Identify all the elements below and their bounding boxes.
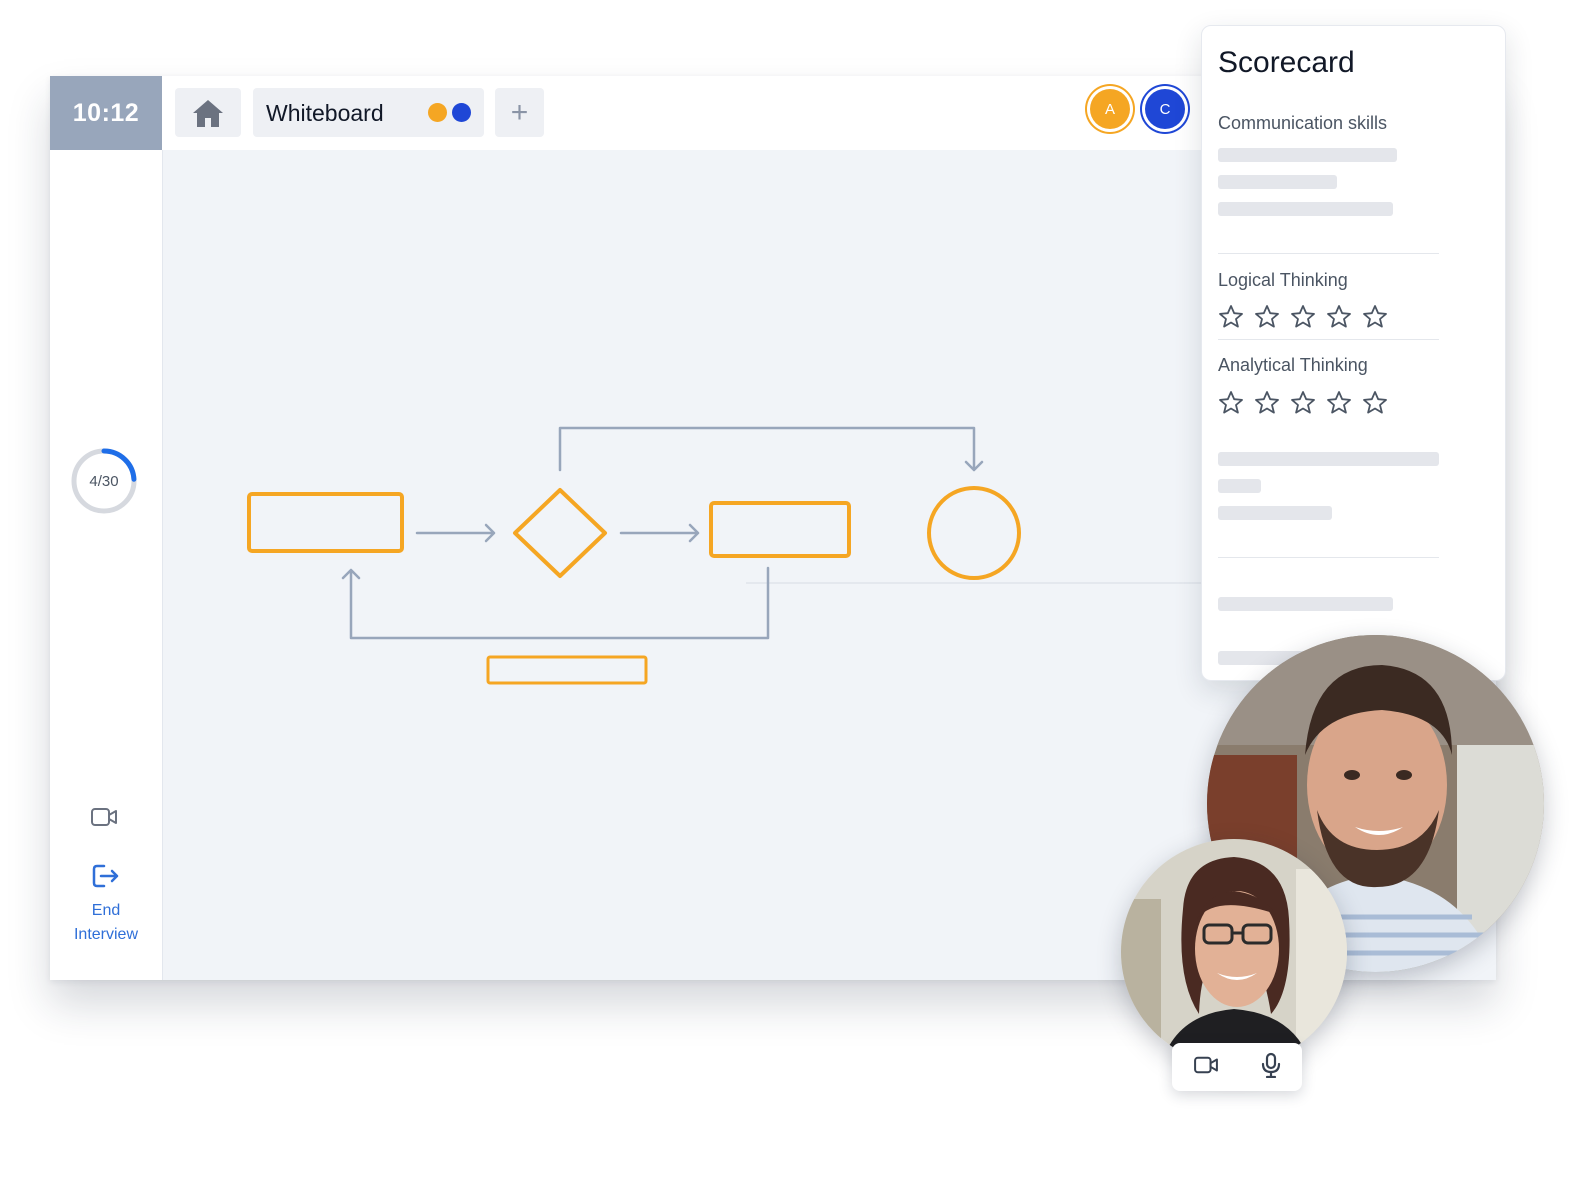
terminal-circle: [927, 486, 1021, 580]
avatar-c-initial: C: [1159, 100, 1171, 118]
section-communication-label: Communication skills: [1218, 113, 1388, 133]
star-icon[interactable]: [1288, 389, 1318, 415]
microphone-icon: [1261, 1052, 1281, 1078]
connector-top: [558, 426, 984, 472]
loop-label-box: [486, 655, 648, 685]
placeholder-line: [1218, 175, 1337, 189]
section-divider: [1218, 253, 1439, 254]
left-sidebar: 4/30 End Interview: [50, 150, 163, 980]
avatar-a[interactable]: A: [1090, 89, 1130, 129]
end-interview-button[interactable]: End Interview: [50, 862, 162, 947]
star-icon[interactable]: [1216, 303, 1246, 329]
interview-timer: 10:12: [50, 76, 162, 150]
arrow-2: [619, 523, 700, 543]
scorecard-title: Scorecard: [1218, 46, 1355, 79]
star-icon[interactable]: [1288, 303, 1318, 329]
avatar-a-initial: A: [1104, 100, 1115, 118]
media-controls: [1172, 1043, 1302, 1091]
video-camera-icon: [91, 808, 117, 826]
star-icon[interactable]: [1324, 303, 1354, 329]
end-label-line1: End: [91, 902, 121, 919]
video-camera-icon: [1194, 1056, 1218, 1073]
connector-loop: [341, 566, 770, 640]
process-box-1: [247, 492, 404, 553]
camera-toggle-button[interactable]: [90, 806, 118, 833]
presence-dot-a: [428, 103, 447, 122]
placeholder-line: [1218, 479, 1261, 493]
home-icon: [193, 99, 223, 127]
camera-button[interactable]: [1193, 1055, 1219, 1080]
microphone-button[interactable]: [1261, 1052, 1281, 1083]
placeholder-line: [1218, 202, 1393, 216]
section-logical-label: Logical Thinking: [1218, 270, 1348, 290]
process-box-2: [709, 501, 851, 558]
star-icon[interactable]: [1360, 303, 1390, 329]
decision-diamond: [513, 488, 607, 578]
exit-icon: [92, 864, 119, 888]
arrow-1: [415, 523, 496, 543]
placeholder-line: [1218, 597, 1393, 611]
star-icon[interactable]: [1252, 303, 1282, 329]
star-icon[interactable]: [1216, 389, 1246, 415]
end-label-line2: Interview: [73, 926, 139, 943]
star-icon[interactable]: [1360, 389, 1390, 415]
analytical-rating-stars[interactable]: [1216, 389, 1390, 415]
avatar-c[interactable]: C: [1145, 89, 1185, 129]
placeholder-line: [1218, 148, 1397, 162]
logical-rating-stars[interactable]: [1216, 303, 1390, 329]
tab-whiteboard[interactable]: Whiteboard: [253, 88, 484, 137]
section-divider: [1218, 557, 1439, 558]
star-icon[interactable]: [1324, 389, 1354, 415]
home-button[interactable]: [175, 88, 241, 137]
section-divider: [1218, 339, 1439, 340]
participant-portrait: [1121, 839, 1347, 1065]
section-analytical-label: Analytical Thinking: [1218, 355, 1368, 375]
progress-count: 4/30: [89, 472, 119, 490]
question-progress: 4/30: [69, 446, 139, 516]
placeholder-line: [1218, 452, 1439, 466]
placeholder-line: [1218, 506, 1332, 520]
participant-video-small[interactable]: [1121, 839, 1347, 1065]
presence-dot-c: [452, 103, 471, 122]
scorecard-panel: Scorecard Communication skills Logical T…: [1201, 25, 1506, 681]
star-icon[interactable]: [1252, 389, 1282, 415]
add-tab-button[interactable]: +: [495, 88, 544, 137]
tab-whiteboard-label: Whiteboard: [266, 100, 384, 126]
